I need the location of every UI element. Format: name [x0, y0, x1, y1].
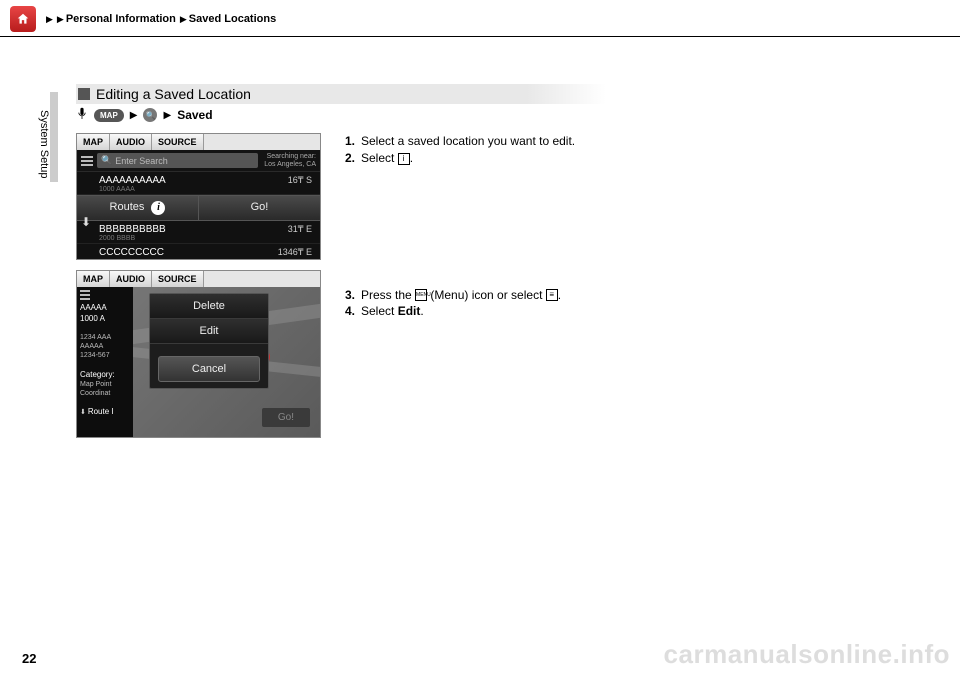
go-button-disabled: Go! [262, 408, 310, 427]
popup-delete[interactable]: Delete [150, 294, 268, 319]
figure-edit-popup: MAP AUDIO SOURCE AAAAA 1000 A 1234 AAA A… [76, 270, 321, 438]
step-1: 1. Select a saved location you want to e… [345, 133, 585, 150]
chevron-right-icon: ▶ [130, 110, 138, 121]
section-title: Editing a Saved Location [96, 86, 251, 102]
action-row: Routes i Go! [77, 195, 320, 221]
step-4: 4. Select Edit. [345, 303, 585, 320]
figure-search-list: MAP AUDIO SOURCE 🔍 Enter Search Searchin… [76, 133, 321, 260]
search-circle-icon: 🔍 [143, 108, 157, 122]
fig1-tabs: MAP AUDIO SOURCE [77, 134, 320, 150]
searching-near: Searching near: Los Angeles, CA [258, 153, 316, 168]
tab-audio[interactable]: AUDIO [110, 271, 152, 287]
list-row-c[interactable]: CCCCCCCCC 1346₸ E [77, 244, 320, 259]
tab-map[interactable]: MAP [77, 134, 110, 150]
magnify-icon: 🔍 [101, 155, 112, 166]
content-area: Editing a Saved Location MAP ▶ 🔍 ▶ Saved… [76, 84, 880, 448]
info-icon[interactable]: i [151, 201, 165, 215]
side-accent-bar [50, 92, 58, 182]
popup-cancel[interactable]: Cancel [158, 356, 260, 382]
watermark: carmanualsonline.info [664, 639, 950, 670]
routes-button[interactable]: Routes i [77, 196, 199, 220]
tab-source[interactable]: SOURCE [152, 271, 204, 287]
map-button-label: MAP [94, 109, 124, 122]
voice-icon [76, 107, 88, 123]
list-icon: ≡ [546, 289, 558, 301]
list-row-a[interactable]: AAAAAAAAAA1000 AAAA 16₸ S [77, 172, 320, 195]
chevron-right-icon: ▶ [163, 110, 171, 121]
chevron-right-icon: ▶ [180, 14, 187, 25]
square-bullet-icon [78, 88, 90, 100]
search-input[interactable]: 🔍 Enter Search [97, 153, 258, 168]
chevron-right-icon: ▶ [46, 14, 53, 25]
breadcrumb-personal-info: Personal Information [66, 13, 176, 25]
page-number: 22 [22, 651, 36, 666]
hamburger-icon[interactable] [81, 156, 93, 166]
tab-audio[interactable]: AUDIO [110, 134, 152, 150]
breadcrumb-saved-locations: Saved Locations [189, 13, 276, 25]
menu-hardkey-icon: MENU [415, 289, 427, 301]
scroll-down-icon[interactable]: ⬇ [81, 215, 91, 229]
popup-edit[interactable]: Edit [150, 319, 268, 344]
step-3: 3. Press the MENU (Menu) icon or select … [345, 287, 585, 304]
chevron-right-icon: ▶ [57, 14, 64, 25]
home-icon[interactable] [10, 6, 36, 32]
section-header: Editing a Saved Location [76, 84, 606, 104]
trail-saved-label: Saved [177, 108, 212, 122]
hamburger-icon[interactable] [80, 290, 90, 300]
go-button[interactable]: Go! [199, 196, 320, 220]
search-placeholder: Enter Search [115, 156, 168, 166]
fig2-tabs: MAP AUDIO SOURCE [77, 271, 320, 287]
list-row-b[interactable]: BBBBBBBBBB2000 BBBB 31₸ E [77, 221, 320, 244]
instructions: 1. Select a saved location you want to e… [345, 133, 585, 448]
step-2: 2. Select i. [345, 150, 585, 167]
detail-panel: AAAAA 1000 A 1234 AAA AAAAA 1234-567 Cat… [77, 287, 133, 437]
page-header: ▶ ▶ Personal Information ▶ Saved Locatio… [0, 0, 960, 37]
side-tab-label: System Setup [38, 110, 50, 178]
tab-map[interactable]: MAP [77, 271, 110, 287]
edit-popup: Delete Edit Cancel [149, 293, 269, 389]
nav-trail: MAP ▶ 🔍 ▶ Saved [76, 107, 880, 123]
tab-source[interactable]: SOURCE [152, 134, 204, 150]
info-square-icon: i [398, 153, 410, 165]
